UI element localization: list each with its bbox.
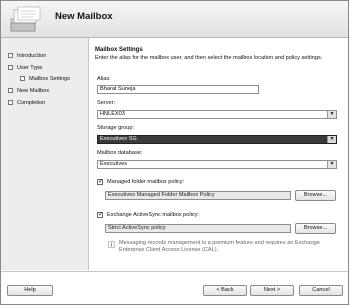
section-description: Enter the alias for the mailbox user, an… bbox=[95, 55, 323, 61]
new-mailbox-wizard-window: New Mailbox Introduction User Type Mailb… bbox=[0, 0, 349, 305]
step-new-mailbox: New Mailbox bbox=[8, 86, 49, 95]
mailbox-database-label: Mailbox database: bbox=[97, 150, 143, 156]
wizard-header: New Mailbox bbox=[1, 1, 348, 38]
step-label: New Mailbox bbox=[17, 87, 50, 94]
server-select[interactable]: HNLEX03 ▼ bbox=[97, 110, 337, 119]
cancel-button[interactable]: Cancel bbox=[299, 285, 343, 296]
section-title: Mailbox Settings bbox=[95, 47, 143, 53]
back-button[interactable]: < Back bbox=[203, 285, 247, 296]
chevron-down-icon[interactable]: ▼ bbox=[327, 136, 336, 143]
chevron-down-icon[interactable]: ▼ bbox=[327, 161, 336, 168]
activesync-policy-label: Exchange ActiveSync mailbox policy: bbox=[107, 212, 200, 218]
wizard-mailbox-icon bbox=[10, 6, 41, 32]
server-label: Server: bbox=[97, 100, 116, 106]
step-introduction: Introduction bbox=[8, 51, 46, 60]
step-check-icon bbox=[8, 100, 13, 105]
wizard-title: New Mailbox bbox=[55, 11, 113, 22]
step-label: Mailbox Settings bbox=[29, 75, 71, 82]
wizard-steps-sidebar: Introduction User Type Mailbox Settings … bbox=[1, 38, 89, 270]
storage-group-select[interactable]: Executives SG ▼ bbox=[97, 135, 337, 144]
step-label: User Type bbox=[17, 64, 43, 71]
footer-divider bbox=[1, 271, 348, 272]
server-value: HNLEX03 bbox=[100, 111, 125, 117]
activesync-browse-button[interactable]: Browse... bbox=[295, 223, 336, 234]
info-icon bbox=[108, 241, 115, 248]
alias-input[interactable]: Bharat Suneja bbox=[97, 85, 259, 94]
alias-label: Alias: bbox=[97, 76, 111, 82]
mailbox-settings-panel: Mailbox Settings Enter the alias for the… bbox=[95, 47, 343, 62]
storage-group-label: Storage group: bbox=[97, 125, 135, 131]
activesync-policy-field: Strict ActiveSync policy bbox=[105, 224, 291, 233]
step-label: Completion bbox=[17, 99, 46, 106]
storage-group-value: Executives SG bbox=[100, 136, 137, 142]
step-check-icon bbox=[8, 88, 13, 93]
step-check-icon bbox=[20, 76, 25, 81]
step-check-icon bbox=[8, 65, 13, 70]
step-user-type: User Type bbox=[8, 63, 42, 72]
step-label: Introduction bbox=[17, 52, 47, 59]
step-check-icon bbox=[8, 53, 13, 58]
step-completion: Completion bbox=[8, 98, 45, 107]
next-button[interactable]: Next > bbox=[250, 285, 294, 296]
mailbox-database-value: Executives bbox=[100, 161, 128, 167]
cal-license-notice: Messaging records management is a premiu… bbox=[119, 240, 320, 253]
managed-folder-policy-label: Managed folder mailbox policy: bbox=[107, 179, 185, 185]
chevron-down-icon[interactable]: ▼ bbox=[327, 111, 336, 118]
mailbox-database-select[interactable]: Executives ▼ bbox=[97, 160, 337, 169]
managed-folder-browse-button[interactable]: Browse... bbox=[295, 190, 336, 201]
step-mailbox-settings: Mailbox Settings bbox=[20, 74, 70, 83]
managed-folder-policy-field: Executives Managed Folder Mailbox Policy bbox=[105, 191, 291, 200]
managed-folder-policy-checkbox[interactable]: ✓ bbox=[97, 179, 103, 185]
activesync-policy-checkbox[interactable]: ✓ bbox=[97, 212, 103, 218]
help-button[interactable]: Help bbox=[7, 285, 53, 296]
